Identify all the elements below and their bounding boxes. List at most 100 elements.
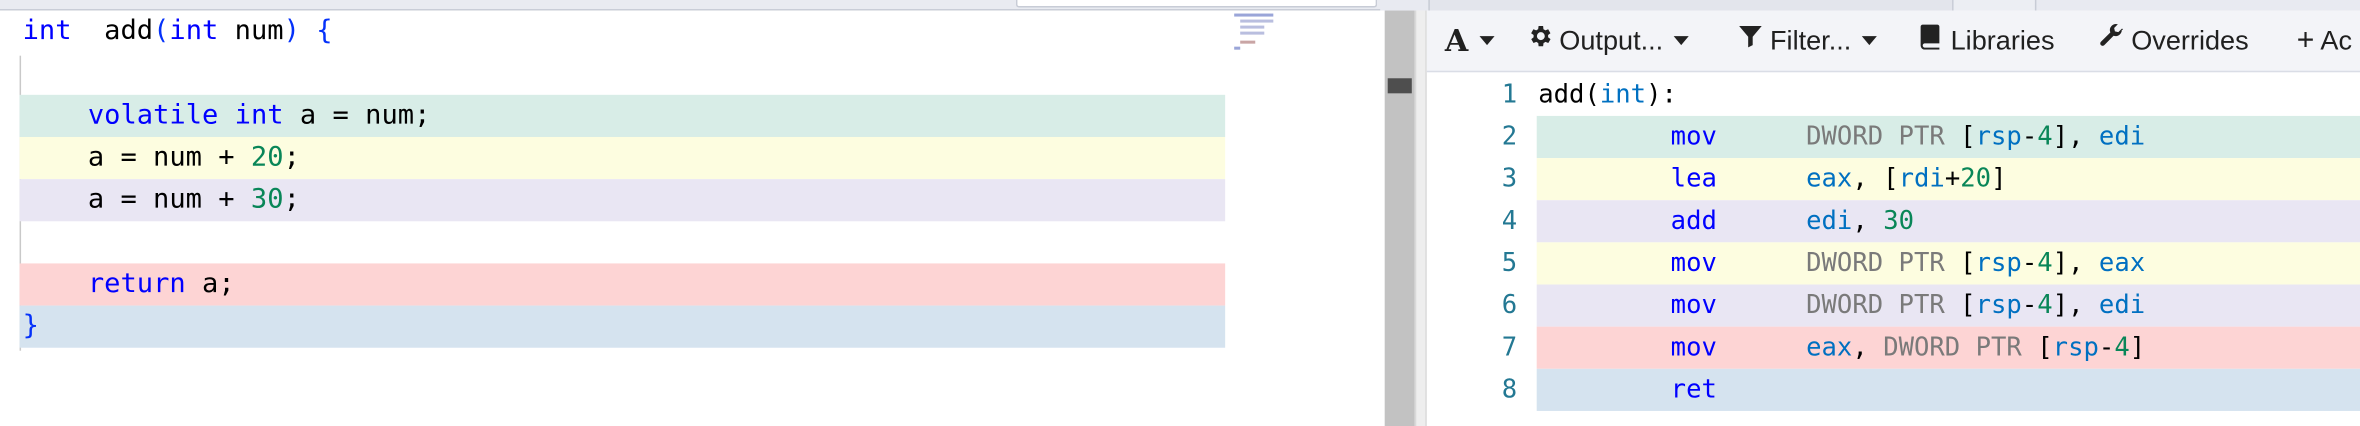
source-line[interactable] xyxy=(20,221,1226,263)
source-line[interactable]: int add(int num) { xyxy=(20,11,1226,53)
source-line[interactable]: } xyxy=(19,305,1226,348)
source-line[interactable]: volatile int a = num; xyxy=(19,94,1226,137)
source-line[interactable]: a = num + 30; xyxy=(19,179,1226,222)
asm-register-token: rsp xyxy=(1975,121,2022,153)
asm-line[interactable]: 3 lea eax, [rdi+20] xyxy=(1427,158,2360,201)
code-token: a = num; xyxy=(283,99,431,131)
libraries-button[interactable]: Libraries xyxy=(1918,17,2055,65)
asm-punct-token: , xyxy=(1852,206,1884,237)
compiler-tab-secondary[interactable] xyxy=(1953,0,2037,11)
code-token: ; xyxy=(283,141,300,174)
asm-opcode: mov xyxy=(1670,121,1717,153)
asm-register-token: eax xyxy=(2098,248,2146,279)
line-number: 3 xyxy=(1501,164,1518,195)
code-token: 20 xyxy=(250,141,284,174)
asm-punct-token: [ xyxy=(1944,121,1976,153)
asm-operands: DWORD PTR [rsp-4], eax xyxy=(1806,242,2145,284)
asm-line-highlight xyxy=(1536,368,2360,411)
source-line[interactable]: a = num + 20; xyxy=(19,136,1226,180)
asm-operands: DWORD PTR [rsp-4], edi xyxy=(1806,285,2145,327)
asm-ptr-token: DWORD PTR xyxy=(1883,332,2022,363)
font-size-icon: A xyxy=(1444,22,1469,59)
scrollbar-thumb[interactable] xyxy=(1387,78,1412,94)
code-token: ) xyxy=(283,15,300,47)
asm-ptr-token: DWORD PTR xyxy=(1806,248,1945,279)
asm-punct-token: ], xyxy=(2052,248,2099,279)
asm-number-token: 20 xyxy=(1960,164,1992,195)
asm-line[interactable]: 5 mov DWORD PTR [rsp-4], eax xyxy=(1427,242,2360,285)
code-token: volatile xyxy=(87,99,219,131)
compiler-tab[interactable] xyxy=(1428,0,1954,11)
minimap[interactable] xyxy=(1234,11,1279,56)
source-line-text: } xyxy=(23,306,39,348)
source-line-text: a = num + 20; xyxy=(23,137,300,179)
asm-function-label: add(int): xyxy=(1538,74,1677,116)
asm-ptr-token: DWORD PTR xyxy=(1806,290,1945,321)
asm-number-token: 4 xyxy=(2037,121,2053,153)
code-token: } xyxy=(22,310,39,342)
gear-icon xyxy=(1526,17,1553,65)
output-button[interactable]: Output... xyxy=(1526,17,1689,65)
asm-paren: ( xyxy=(1584,79,1600,110)
line-number: 8 xyxy=(1501,374,1518,405)
plus-icon: + xyxy=(2296,24,2315,58)
code-token: a = num + xyxy=(22,141,251,174)
chevron-down-icon xyxy=(1673,36,1689,46)
asm-punct-token: + xyxy=(1944,164,1961,195)
chevron-down-icon xyxy=(1861,36,1877,46)
asm-line[interactable]: 2 mov DWORD PTR [rsp-4], edi xyxy=(1427,115,2360,159)
asm-fn-name: add xyxy=(1538,79,1585,110)
asm-punct-token: [ xyxy=(1944,248,1976,279)
add-button[interactable]: + Ac xyxy=(2297,17,2352,65)
asm-register-token: edi xyxy=(2098,121,2146,153)
font-size-button[interactable]: A xyxy=(1445,17,1494,65)
asm-register-token: eax xyxy=(1806,164,1853,195)
source-line[interactable] xyxy=(20,53,1226,95)
asm-punct-token: - xyxy=(2021,290,2038,321)
asm-register-token: edi xyxy=(1806,206,1853,237)
code-token: add xyxy=(71,15,154,47)
overrides-label: Overrides xyxy=(2131,25,2249,56)
filter-icon xyxy=(1737,17,1764,65)
asm-line[interactable]: 6 mov DWORD PTR [rsp-4], edi xyxy=(1427,284,2360,327)
source-line-text: return a; xyxy=(23,263,235,305)
filter-button[interactable]: Filter... xyxy=(1737,17,1877,65)
asm-line[interactable]: 7 mov eax, DWORD PTR [rsp-4] xyxy=(1427,326,2360,369)
asm-line[interactable]: 1 add(int): xyxy=(1427,74,2360,116)
code-token: ; xyxy=(283,183,300,216)
asm-punct-token: ] xyxy=(1991,164,2007,195)
editor-scrollbar[interactable] xyxy=(1384,10,1415,426)
chevron-down-icon xyxy=(1478,36,1494,46)
asm-operands: eax, [rdi+20] xyxy=(1806,158,2006,200)
asm-line[interactable]: 4 add edi, 30 xyxy=(1427,200,2360,243)
overrides-button[interactable]: Overrides xyxy=(2098,17,2249,65)
compiler-output-pane: A Output... Filter... Libraries Override… xyxy=(1426,10,2360,426)
code-token: { xyxy=(316,15,333,47)
asm-ptr-token: DWORD PTR xyxy=(1806,121,1945,153)
asm-number-token: 4 xyxy=(2037,290,2053,321)
asm-punct-token: - xyxy=(2021,248,2038,279)
line-number: 4 xyxy=(1501,206,1518,237)
asm-punct-token: , [ xyxy=(1852,164,1899,195)
code-token: 30 xyxy=(250,183,284,216)
code-token: int xyxy=(234,99,284,131)
asm-line[interactable]: 8 ret xyxy=(1427,368,2360,411)
source-line[interactable]: return a; xyxy=(19,263,1226,306)
pane-splitter[interactable] xyxy=(1414,10,1427,426)
asm-opcode: lea xyxy=(1670,164,1717,195)
editor-tab[interactable] xyxy=(1015,0,1378,8)
source-editor[interactable]: int add(int num) { volatile int a = num;… xyxy=(0,10,1385,426)
line-number: 5 xyxy=(1501,248,1518,279)
source-line-text: volatile int a = num; xyxy=(23,95,431,137)
code-token: return xyxy=(87,267,186,300)
asm-number-token: 30 xyxy=(1883,206,1915,237)
asm-operands: DWORD PTR [rsp-4], edi xyxy=(1806,116,2145,158)
asm-punct-token: [ xyxy=(2021,332,2053,363)
book-icon xyxy=(1918,17,1945,65)
asm-number-token: 4 xyxy=(2114,332,2130,363)
line-number: 6 xyxy=(1501,290,1518,321)
